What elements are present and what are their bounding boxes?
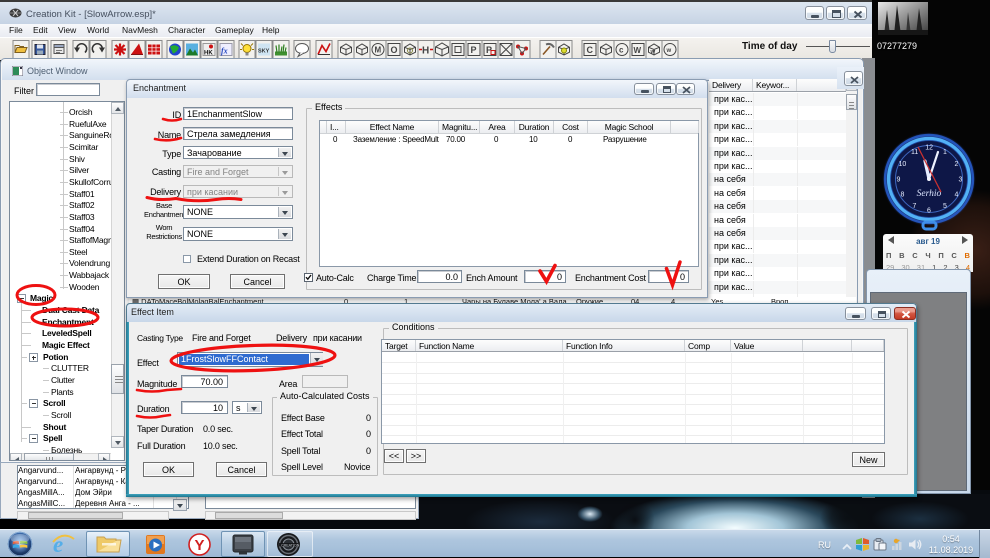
svg-text:7: 7: [913, 203, 917, 210]
svg-text:11: 11: [911, 149, 918, 156]
svg-text:H: H: [422, 46, 429, 57]
svg-text:9: 9: [897, 177, 901, 184]
svg-text:2: 2: [955, 161, 959, 168]
svg-text:6: 6: [927, 208, 931, 215]
svg-text:c: c: [619, 46, 624, 55]
svg-text:3: 3: [959, 177, 963, 184]
svg-text:Serhio: Serhio: [917, 189, 942, 199]
svg-text:1: 1: [943, 149, 947, 156]
svg-text:10: 10: [899, 161, 907, 168]
svg-text:Y: Y: [195, 537, 205, 554]
svg-text:w: w: [650, 50, 656, 56]
svg-text:CREATION: CREATION: [281, 543, 300, 547]
svg-text:P: P: [471, 45, 477, 55]
svg-text:8: 8: [901, 192, 905, 199]
svg-text:HK: HK: [204, 51, 213, 57]
svg-text:C: C: [587, 45, 594, 55]
svg-text:M: M: [375, 46, 382, 55]
svg-text:5: 5: [943, 203, 947, 210]
svg-text:12: 12: [925, 145, 933, 152]
svg-text:4: 4: [955, 192, 959, 199]
svg-text:O: O: [391, 45, 398, 55]
svg-text:fx: fx: [221, 47, 228, 56]
svg-text:W: W: [634, 46, 642, 55]
svg-text:w: w: [666, 48, 672, 54]
svg-text:SKY: SKY: [258, 49, 270, 55]
